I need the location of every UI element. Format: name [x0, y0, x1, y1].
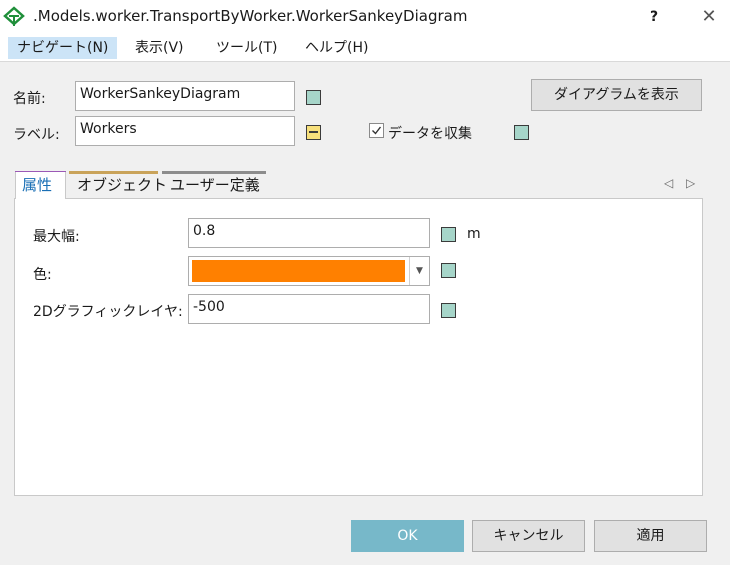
tab-scroll-left-icon[interactable]: ◁: [664, 176, 673, 190]
menu-bar: ナビゲート(N) 表示(V) ツール(T) ヘルプ(H): [0, 34, 730, 62]
help-button[interactable]: ?: [644, 6, 664, 28]
app-logo-icon: [3, 6, 25, 26]
color-static-toggle-icon[interactable]: [441, 263, 456, 278]
menu-navigate[interactable]: ナビゲート(N): [8, 37, 118, 59]
color-swatch: [192, 260, 405, 282]
max-width-unit: m: [467, 226, 481, 242]
layer-static-toggle-icon[interactable]: [441, 303, 456, 318]
max-width-static-toggle-icon[interactable]: [441, 227, 456, 242]
apply-button[interactable]: 適用: [594, 520, 707, 552]
name-field[interactable]: WorkerSankeyDiagram: [75, 81, 295, 111]
max-width-label: 最大幅:: [33, 229, 80, 245]
window-title: .Models.worker.TransportByWorker.WorkerS…: [33, 7, 468, 25]
close-button[interactable]: ✕: [697, 6, 721, 28]
name-label: 名前:: [13, 91, 46, 107]
max-width-field[interactable]: 0.8: [188, 218, 430, 248]
collect-data-label: データを収集: [388, 126, 472, 142]
title-bar: .Models.worker.TransportByWorker.WorkerS…: [0, 0, 730, 34]
menu-tools[interactable]: ツール(T): [207, 37, 286, 59]
chevron-down-icon[interactable]: ▼: [409, 257, 429, 285]
menu-help[interactable]: ヘルプ(H): [296, 37, 377, 59]
tab-scroll-right-icon[interactable]: ▷: [686, 176, 695, 190]
color-label: 色:: [33, 267, 52, 283]
name-static-toggle-icon[interactable]: [306, 90, 321, 105]
label-field[interactable]: Workers: [75, 116, 295, 146]
tab-attributes[interactable]: 属性: [15, 172, 66, 199]
layer-label: 2Dグラフィックレイヤ:: [33, 304, 183, 320]
tab-objects[interactable]: オブジェクト: [71, 172, 173, 198]
ok-button[interactable]: OK: [351, 520, 464, 552]
show-diagram-button[interactable]: ダイアグラムを表示: [531, 79, 702, 111]
layer-field[interactable]: -500: [188, 294, 430, 324]
collect-data-checkbox[interactable]: [369, 123, 384, 138]
cancel-button[interactable]: キャンセル: [472, 520, 585, 552]
collect-data-static-toggle-icon[interactable]: [514, 125, 529, 140]
label-dynamic-toggle-icon[interactable]: [306, 125, 321, 140]
color-dropdown[interactable]: ▼: [188, 256, 430, 286]
check-icon: [372, 126, 382, 135]
menu-view[interactable]: 表示(V): [126, 37, 193, 59]
tab-user-defined[interactable]: ユーザー定義: [164, 172, 266, 198]
label-label: ラベル:: [13, 127, 60, 143]
